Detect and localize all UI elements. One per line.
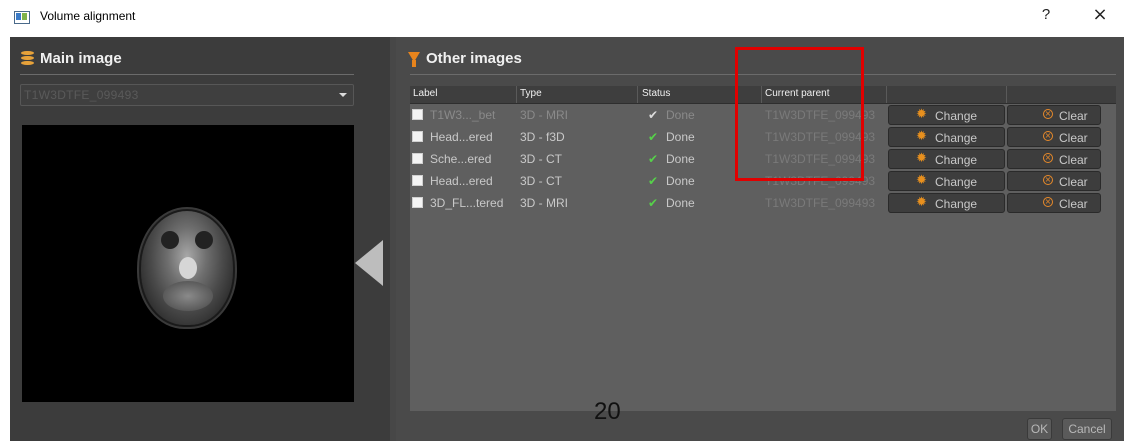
clear-button[interactable]: × Clear [1007,193,1101,213]
clear-button[interactable]: × Clear [1007,171,1101,191]
gear-icon: ✹ [916,107,927,122]
row-checkbox[interactable] [412,153,423,164]
row-checkbox[interactable] [412,131,423,142]
clear-button-label: Clear [1059,131,1088,145]
main-image-select[interactable]: T1W3DTFE_099493 [20,84,354,106]
row-status: Done [666,174,695,188]
cancel-button[interactable]: Cancel [1062,418,1112,440]
gear-icon: ✹ [916,173,927,188]
checkmark-icon: ✔ [648,152,659,166]
scan-detail [161,231,179,249]
change-button-label: Change [935,109,978,123]
clear-circle-icon: × [1043,153,1053,163]
clear-circle-icon: × [1043,197,1053,207]
clear-button[interactable]: × Clear [1007,149,1101,169]
image-viewer[interactable] [22,125,354,402]
row-checkbox[interactable] [412,175,423,186]
change-button-label: Change [935,153,978,167]
clear-button-label: Clear [1059,197,1088,211]
checkmark-icon: ✔ [648,196,659,210]
chevron-down-icon [339,93,347,97]
clear-button-label: Clear [1059,153,1088,167]
change-button-label: Change [935,175,978,189]
filter-icon [408,52,420,67]
row-type: 3D - CT [520,174,562,188]
column-separator [516,86,517,103]
row-label: Head...ered [430,174,493,188]
column-separator [886,86,887,103]
table-row[interactable]: 3D_FL...tered 3D - MRI ✔ Done T1W3DTFE_0… [410,192,1116,214]
clear-button-label: Clear [1059,175,1088,189]
row-status: Done [666,108,695,122]
change-button[interactable]: ✹ Change [888,149,1005,169]
close-button[interactable]: × [1089,4,1111,25]
current-parent-highlight-box [735,47,864,181]
row-checkbox[interactable] [412,197,423,208]
change-button-label: Change [935,131,978,145]
checkmark-icon: ✔ [648,130,659,144]
row-current-parent: T1W3DTFE_099493 [765,196,876,210]
divider [20,74,354,75]
row-label: Head...ered [430,130,493,144]
change-button[interactable]: ✹ Change [888,171,1005,191]
clear-circle-icon: × [1043,131,1053,141]
gear-icon: ✹ [916,129,927,144]
row-checkbox[interactable] [412,109,423,120]
scan-detail [163,281,213,311]
gear-icon: ✹ [916,151,927,166]
column-header-label[interactable]: Label [413,88,437,99]
change-button-label: Change [935,197,978,211]
title-bar: Volume alignment ? × [0,0,1124,33]
clear-button[interactable]: × Clear [1007,105,1101,125]
app-icon [14,11,30,24]
dialog-body: Main image T1W3DTFE_099493 Other images … [10,37,1124,441]
help-button[interactable]: ? [1036,6,1056,23]
scan-detail [195,231,213,249]
row-label: T1W3..._bet [430,108,496,122]
row-type: 3D - MRI [520,196,568,210]
row-status: Done [666,152,695,166]
brain-scan-image [141,211,233,325]
page-number: 20 [594,398,621,425]
row-label: Sche...ered [430,152,492,166]
row-status: Done [666,130,695,144]
column-separator [1006,86,1007,103]
clear-circle-icon: × [1043,175,1053,185]
row-status: Done [666,196,695,210]
clear-button[interactable]: × Clear [1007,127,1101,147]
row-label: 3D_FL...tered [430,196,504,210]
change-button[interactable]: ✹ Change [888,105,1005,125]
column-separator [637,86,638,103]
column-header-status[interactable]: Status [642,88,670,99]
database-icon [21,51,35,67]
clear-button-label: Clear [1059,109,1088,123]
main-image-select-value: T1W3DTFE_099493 [24,88,139,102]
main-image-panel: Main image T1W3DTFE_099493 [10,37,390,441]
row-type: 3D - MRI [520,108,568,122]
gear-icon: ✹ [916,195,927,210]
checkmark-icon: ✔ [648,174,659,188]
change-button[interactable]: ✹ Change [888,193,1005,213]
change-button[interactable]: ✹ Change [888,127,1005,147]
other-images-heading: Other images [426,50,522,67]
assign-parent-arrow-icon[interactable] [355,240,383,286]
clear-circle-icon: × [1043,109,1053,119]
ok-button[interactable]: OK [1027,418,1052,440]
row-type: 3D - f3D [520,130,565,144]
window-title: Volume alignment [40,9,136,23]
column-header-type[interactable]: Type [520,88,542,99]
checkmark-icon: ✔ [648,108,659,122]
row-type: 3D - CT [520,152,562,166]
main-image-heading: Main image [40,50,122,67]
scan-detail [179,257,197,279]
